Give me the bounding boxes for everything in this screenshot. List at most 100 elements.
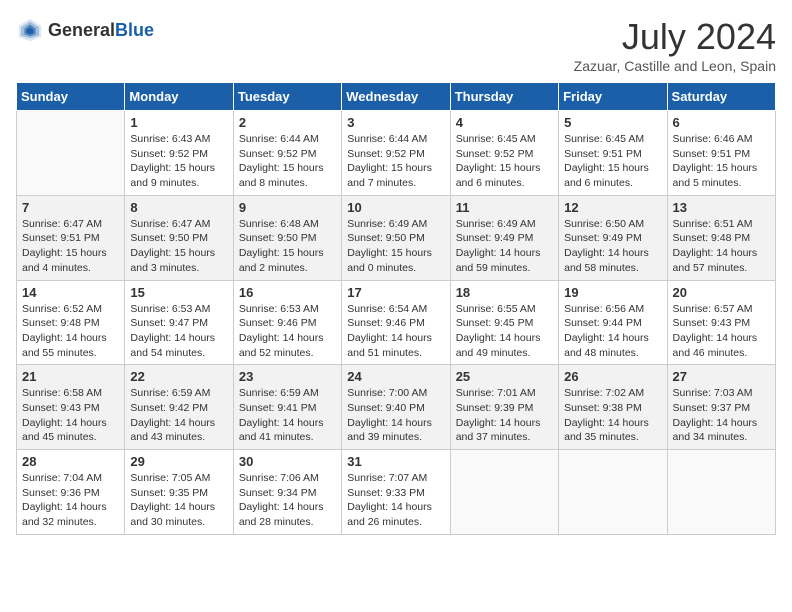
- day-number: 12: [564, 200, 661, 215]
- calendar-cell: 24 Sunrise: 7:00 AMSunset: 9:40 PMDayligh…: [342, 365, 450, 450]
- day-number: 28: [22, 454, 119, 469]
- header-day-tuesday: Tuesday: [233, 83, 341, 111]
- cell-content: Sunrise: 6:55 AMSunset: 9:45 PMDaylight:…: [456, 302, 553, 361]
- day-number: 26: [564, 369, 661, 384]
- cell-content: Sunrise: 6:46 AMSunset: 9:51 PMDaylight:…: [673, 132, 770, 191]
- calendar-cell: 5Sunrise: 6:45 AMSunset: 9:51 PMDaylight…: [559, 111, 667, 196]
- calendar-cell: 2 Sunrise: 6:44 AMSunset: 9:52 PMDaylight…: [233, 111, 341, 196]
- calendar-cell: 18 Sunrise: 6:55 AMSunset: 9:45 PMDayligh…: [450, 280, 558, 365]
- calendar-week-row: 14Sunrise: 6:52 AMSunset: 9:48 PMDayligh…: [17, 280, 776, 365]
- cell-content: Sunrise: 6:44 AMSunset: 9:52 PMDaylight:…: [239, 132, 336, 191]
- month-title: July 2024: [574, 16, 776, 58]
- day-number: 17: [347, 285, 444, 300]
- calendar-cell: 10 Sunrise: 6:49 AMSunset: 9:50 PMDayligh…: [342, 195, 450, 280]
- day-number: 18: [456, 285, 553, 300]
- header-day-saturday: Saturday: [667, 83, 775, 111]
- day-number: 3: [347, 115, 444, 130]
- calendar-cell: 31 Sunrise: 7:07 AMSunset: 9:33 PMDayligh…: [342, 450, 450, 535]
- calendar-cell: 9 Sunrise: 6:48 AMSunset: 9:50 PMDaylight…: [233, 195, 341, 280]
- day-number: 2: [239, 115, 336, 130]
- day-number: 9: [239, 200, 336, 215]
- cell-content: Sunrise: 6:58 AMSunset: 9:43 PMDaylight:…: [22, 386, 119, 445]
- cell-content: Sunrise: 6:53 AMSunset: 9:47 PMDaylight:…: [130, 302, 227, 361]
- cell-content: Sunrise: 6:59 AMSunset: 9:42 PMDaylight:…: [130, 386, 227, 445]
- cell-content: Sunrise: 7:01 AMSunset: 9:39 PMDaylight:…: [456, 386, 553, 445]
- day-number: 31: [347, 454, 444, 469]
- cell-content: Sunrise: 6:49 AMSunset: 9:50 PMDaylight:…: [347, 217, 444, 276]
- logo-text: GeneralBlue: [48, 20, 154, 41]
- calendar-cell: 1Sunrise: 6:43 AMSunset: 9:52 PMDaylight…: [125, 111, 233, 196]
- cell-content: Sunrise: 6:59 AMSunset: 9:41 PMDaylight:…: [239, 386, 336, 445]
- day-number: 29: [130, 454, 227, 469]
- calendar-week-row: 1Sunrise: 6:43 AMSunset: 9:52 PMDaylight…: [17, 111, 776, 196]
- calendar-cell: 22Sunrise: 6:59 AMSunset: 9:42 PMDayligh…: [125, 365, 233, 450]
- location-title: Zazuar, Castille and Leon, Spain: [574, 58, 776, 74]
- cell-content: Sunrise: 6:47 AMSunset: 9:51 PMDaylight:…: [22, 217, 119, 276]
- day-number: 20: [673, 285, 770, 300]
- title-block: July 2024 Zazuar, Castille and Leon, Spa…: [574, 16, 776, 74]
- calendar-cell: 20 Sunrise: 6:57 AMSunset: 9:43 PMDayligh…: [667, 280, 775, 365]
- cell-content: Sunrise: 6:44 AMSunset: 9:52 PMDaylight:…: [347, 132, 444, 191]
- cell-content: Sunrise: 6:50 AMSunset: 9:49 PMDaylight:…: [564, 217, 661, 276]
- cell-content: Sunrise: 7:02 AMSunset: 9:38 PMDaylight:…: [564, 386, 661, 445]
- calendar-cell: 28 Sunrise: 7:04 AMSunset: 9:36 PMDayligh…: [17, 450, 125, 535]
- cell-content: Sunrise: 6:45 AMSunset: 9:51 PMDaylight:…: [564, 132, 661, 191]
- calendar-cell: 21 Sunrise: 6:58 AMSunset: 9:43 PMDayligh…: [17, 365, 125, 450]
- calendar-cell: 7Sunrise: 6:47 AMSunset: 9:51 PMDaylight…: [17, 195, 125, 280]
- cell-content: Sunrise: 6:51 AMSunset: 9:48 PMDaylight:…: [673, 217, 770, 276]
- day-number: 24: [347, 369, 444, 384]
- calendar-week-row: 28 Sunrise: 7:04 AMSunset: 9:36 PMDayligh…: [17, 450, 776, 535]
- logo-general: General: [48, 20, 115, 40]
- day-number: 11: [456, 200, 553, 215]
- day-number: 13: [673, 200, 770, 215]
- cell-content: Sunrise: 6:56 AMSunset: 9:44 PMDaylight:…: [564, 302, 661, 361]
- calendar-table: SundayMondayTuesdayWednesdayThursdayFrid…: [16, 82, 776, 535]
- logo: GeneralBlue: [16, 16, 154, 44]
- cell-content: Sunrise: 7:06 AMSunset: 9:34 PMDaylight:…: [239, 471, 336, 530]
- day-number: 8: [130, 200, 227, 215]
- day-number: 6: [673, 115, 770, 130]
- calendar-cell: 11Sunrise: 6:49 AMSunset: 9:49 PMDayligh…: [450, 195, 558, 280]
- cell-content: Sunrise: 7:07 AMSunset: 9:33 PMDaylight:…: [347, 471, 444, 530]
- cell-content: Sunrise: 7:05 AMSunset: 9:35 PMDaylight:…: [130, 471, 227, 530]
- calendar-cell: 25Sunrise: 7:01 AMSunset: 9:39 PMDayligh…: [450, 365, 558, 450]
- header-day-monday: Monday: [125, 83, 233, 111]
- logo-icon: [16, 16, 44, 44]
- day-number: 4: [456, 115, 553, 130]
- calendar-cell: 3 Sunrise: 6:44 AMSunset: 9:52 PMDaylight…: [342, 111, 450, 196]
- calendar-cell: [559, 450, 667, 535]
- calendar-cell: 17 Sunrise: 6:54 AMSunset: 9:46 PMDayligh…: [342, 280, 450, 365]
- cell-content: Sunrise: 7:04 AMSunset: 9:36 PMDaylight:…: [22, 471, 119, 530]
- cell-content: Sunrise: 6:48 AMSunset: 9:50 PMDaylight:…: [239, 217, 336, 276]
- calendar-cell: 30Sunrise: 7:06 AMSunset: 9:34 PMDayligh…: [233, 450, 341, 535]
- calendar-week-row: 21 Sunrise: 6:58 AMSunset: 9:43 PMDayligh…: [17, 365, 776, 450]
- day-number: 15: [130, 285, 227, 300]
- cell-content: Sunrise: 6:47 AMSunset: 9:50 PMDaylight:…: [130, 217, 227, 276]
- day-number: 27: [673, 369, 770, 384]
- cell-content: Sunrise: 6:45 AMSunset: 9:52 PMDaylight:…: [456, 132, 553, 191]
- cell-content: Sunrise: 7:00 AMSunset: 9:40 PMDaylight:…: [347, 386, 444, 445]
- calendar-week-row: 7Sunrise: 6:47 AMSunset: 9:51 PMDaylight…: [17, 195, 776, 280]
- day-number: 21: [22, 369, 119, 384]
- header-day-sunday: Sunday: [17, 83, 125, 111]
- cell-content: Sunrise: 6:53 AMSunset: 9:46 PMDaylight:…: [239, 302, 336, 361]
- header-day-friday: Friday: [559, 83, 667, 111]
- day-number: 19: [564, 285, 661, 300]
- calendar-cell: 12 Sunrise: 6:50 AMSunset: 9:49 PMDayligh…: [559, 195, 667, 280]
- calendar-cell: 29 Sunrise: 7:05 AMSunset: 9:35 PMDayligh…: [125, 450, 233, 535]
- calendar-cell: [17, 111, 125, 196]
- cell-content: Sunrise: 6:54 AMSunset: 9:46 PMDaylight:…: [347, 302, 444, 361]
- day-number: 16: [239, 285, 336, 300]
- logo-blue: Blue: [115, 20, 154, 40]
- calendar-cell: 6 Sunrise: 6:46 AMSunset: 9:51 PMDaylight…: [667, 111, 775, 196]
- calendar-cell: [667, 450, 775, 535]
- header-day-wednesday: Wednesday: [342, 83, 450, 111]
- cell-content: Sunrise: 6:57 AMSunset: 9:43 PMDaylight:…: [673, 302, 770, 361]
- day-number: 23: [239, 369, 336, 384]
- calendar-cell: 19 Sunrise: 6:56 AMSunset: 9:44 PMDayligh…: [559, 280, 667, 365]
- day-number: 1: [130, 115, 227, 130]
- day-number: 10: [347, 200, 444, 215]
- calendar-cell: 8 Sunrise: 6:47 AMSunset: 9:50 PMDaylight…: [125, 195, 233, 280]
- calendar-cell: 23 Sunrise: 6:59 AMSunset: 9:41 PMDayligh…: [233, 365, 341, 450]
- calendar-cell: [450, 450, 558, 535]
